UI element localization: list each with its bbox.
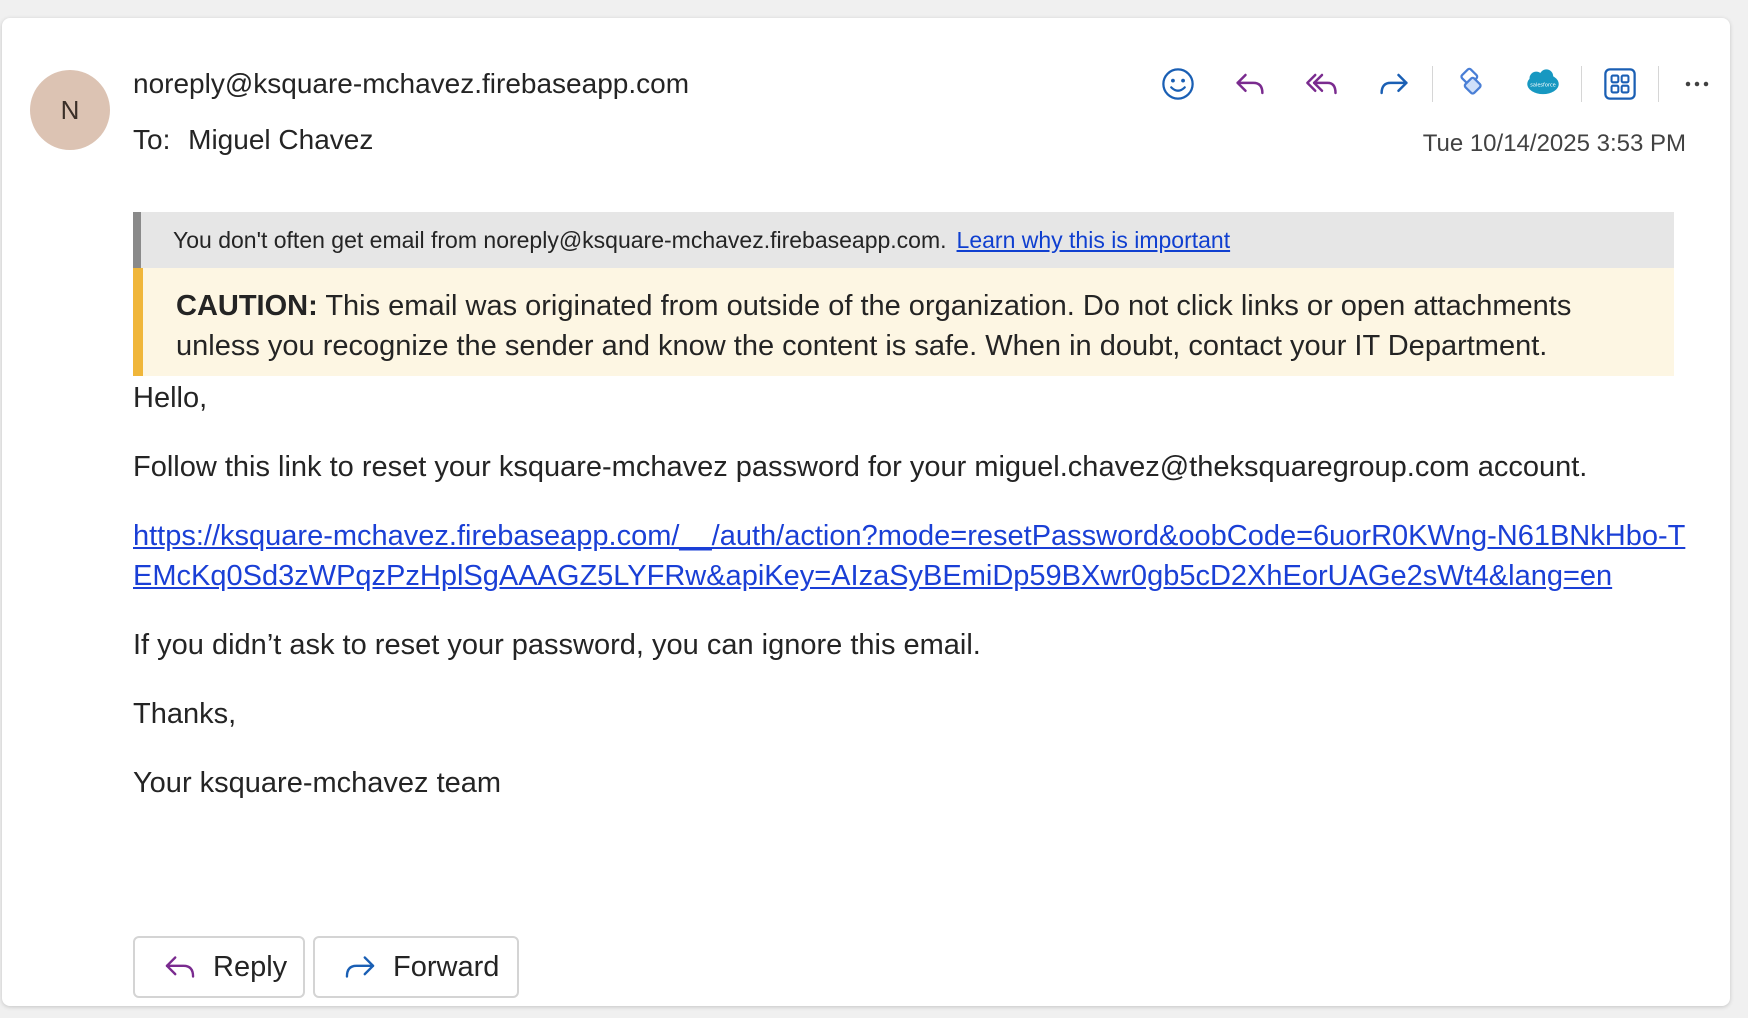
forward-button-label: Forward xyxy=(393,950,500,983)
thanks-text: Thanks, xyxy=(133,698,237,730)
avatar[interactable]: N xyxy=(30,70,110,150)
sender-email[interactable]: noreply@ksquare-mchavez.firebaseapp.com xyxy=(133,68,689,100)
reset-password-link[interactable]: https://ksquare-mchavez.firebaseapp.com/… xyxy=(133,520,1685,592)
signature: Your ksquare-mchavez team xyxy=(133,767,502,799)
apps-icon xyxy=(1604,68,1636,100)
recipient-name[interactable]: Miguel Chavez xyxy=(188,124,373,155)
reply-toolbar-button[interactable] xyxy=(1214,60,1286,108)
forward-icon xyxy=(345,956,375,978)
forward-button[interactable]: Forward xyxy=(313,936,519,998)
greeting: Hello, xyxy=(133,382,208,414)
forward-toolbar-button[interactable] xyxy=(1358,60,1430,108)
reply-icon xyxy=(1236,73,1264,95)
more-icon xyxy=(1685,81,1709,87)
message-body: Hello, Follow this link to reset your ks… xyxy=(133,378,1693,832)
external-sender-text: You don't often get email from noreply@k… xyxy=(173,226,947,253)
reply-all-toolbar-button[interactable] xyxy=(1286,60,1358,108)
timestamp: Tue 10/14/2025 3:53 PM xyxy=(1422,130,1686,157)
ignore-note: If you didn’t ask to reset your password… xyxy=(133,629,981,661)
salesforce-addin-button[interactable]: salesforce xyxy=(1507,60,1579,108)
learn-why-link[interactable]: Learn why this is important xyxy=(957,227,1231,254)
diamond-addin-icon xyxy=(1460,67,1482,95)
emoji-reaction-button[interactable] xyxy=(1142,60,1214,108)
diamond-addin-button[interactable] xyxy=(1435,60,1507,108)
toolbar-divider xyxy=(1658,66,1659,102)
reply-button[interactable]: Reply xyxy=(133,936,305,998)
forward-icon xyxy=(1380,73,1408,95)
caution-text: This email was originated from outside o… xyxy=(176,290,1572,362)
toolbar-divider xyxy=(1581,66,1582,102)
message-card: N noreply@ksquare-mchavez.firebaseapp.co… xyxy=(2,18,1730,1006)
instruction-text: Follow this link to reset your ksquare-m… xyxy=(133,451,1588,483)
toolbar-divider xyxy=(1432,66,1433,102)
salesforce-logo-text: salesforce xyxy=(1530,82,1556,88)
apps-button[interactable] xyxy=(1584,60,1656,108)
reply-all-icon xyxy=(1306,73,1337,95)
to-label: To: xyxy=(133,124,171,155)
caution-label: CAUTION: xyxy=(176,290,318,322)
message-actions-toolbar: salesforce xyxy=(1142,60,1733,108)
emoji-icon xyxy=(1162,68,1194,100)
reply-button-label: Reply xyxy=(213,950,288,983)
salesforce-icon: salesforce xyxy=(1527,69,1559,95)
caution-banner: CAUTION: This email was originated from … xyxy=(133,268,1674,376)
recipient-line: To: Miguel Chavez xyxy=(133,124,373,156)
more-actions-button[interactable] xyxy=(1661,60,1733,108)
reset-link-paragraph: https://ksquare-mchavez.firebaseapp.com/… xyxy=(133,516,1693,596)
external-sender-banner: You don't often get email from noreply@k… xyxy=(133,212,1674,268)
avatar-initial: N xyxy=(60,94,80,125)
reply-icon xyxy=(165,956,195,978)
